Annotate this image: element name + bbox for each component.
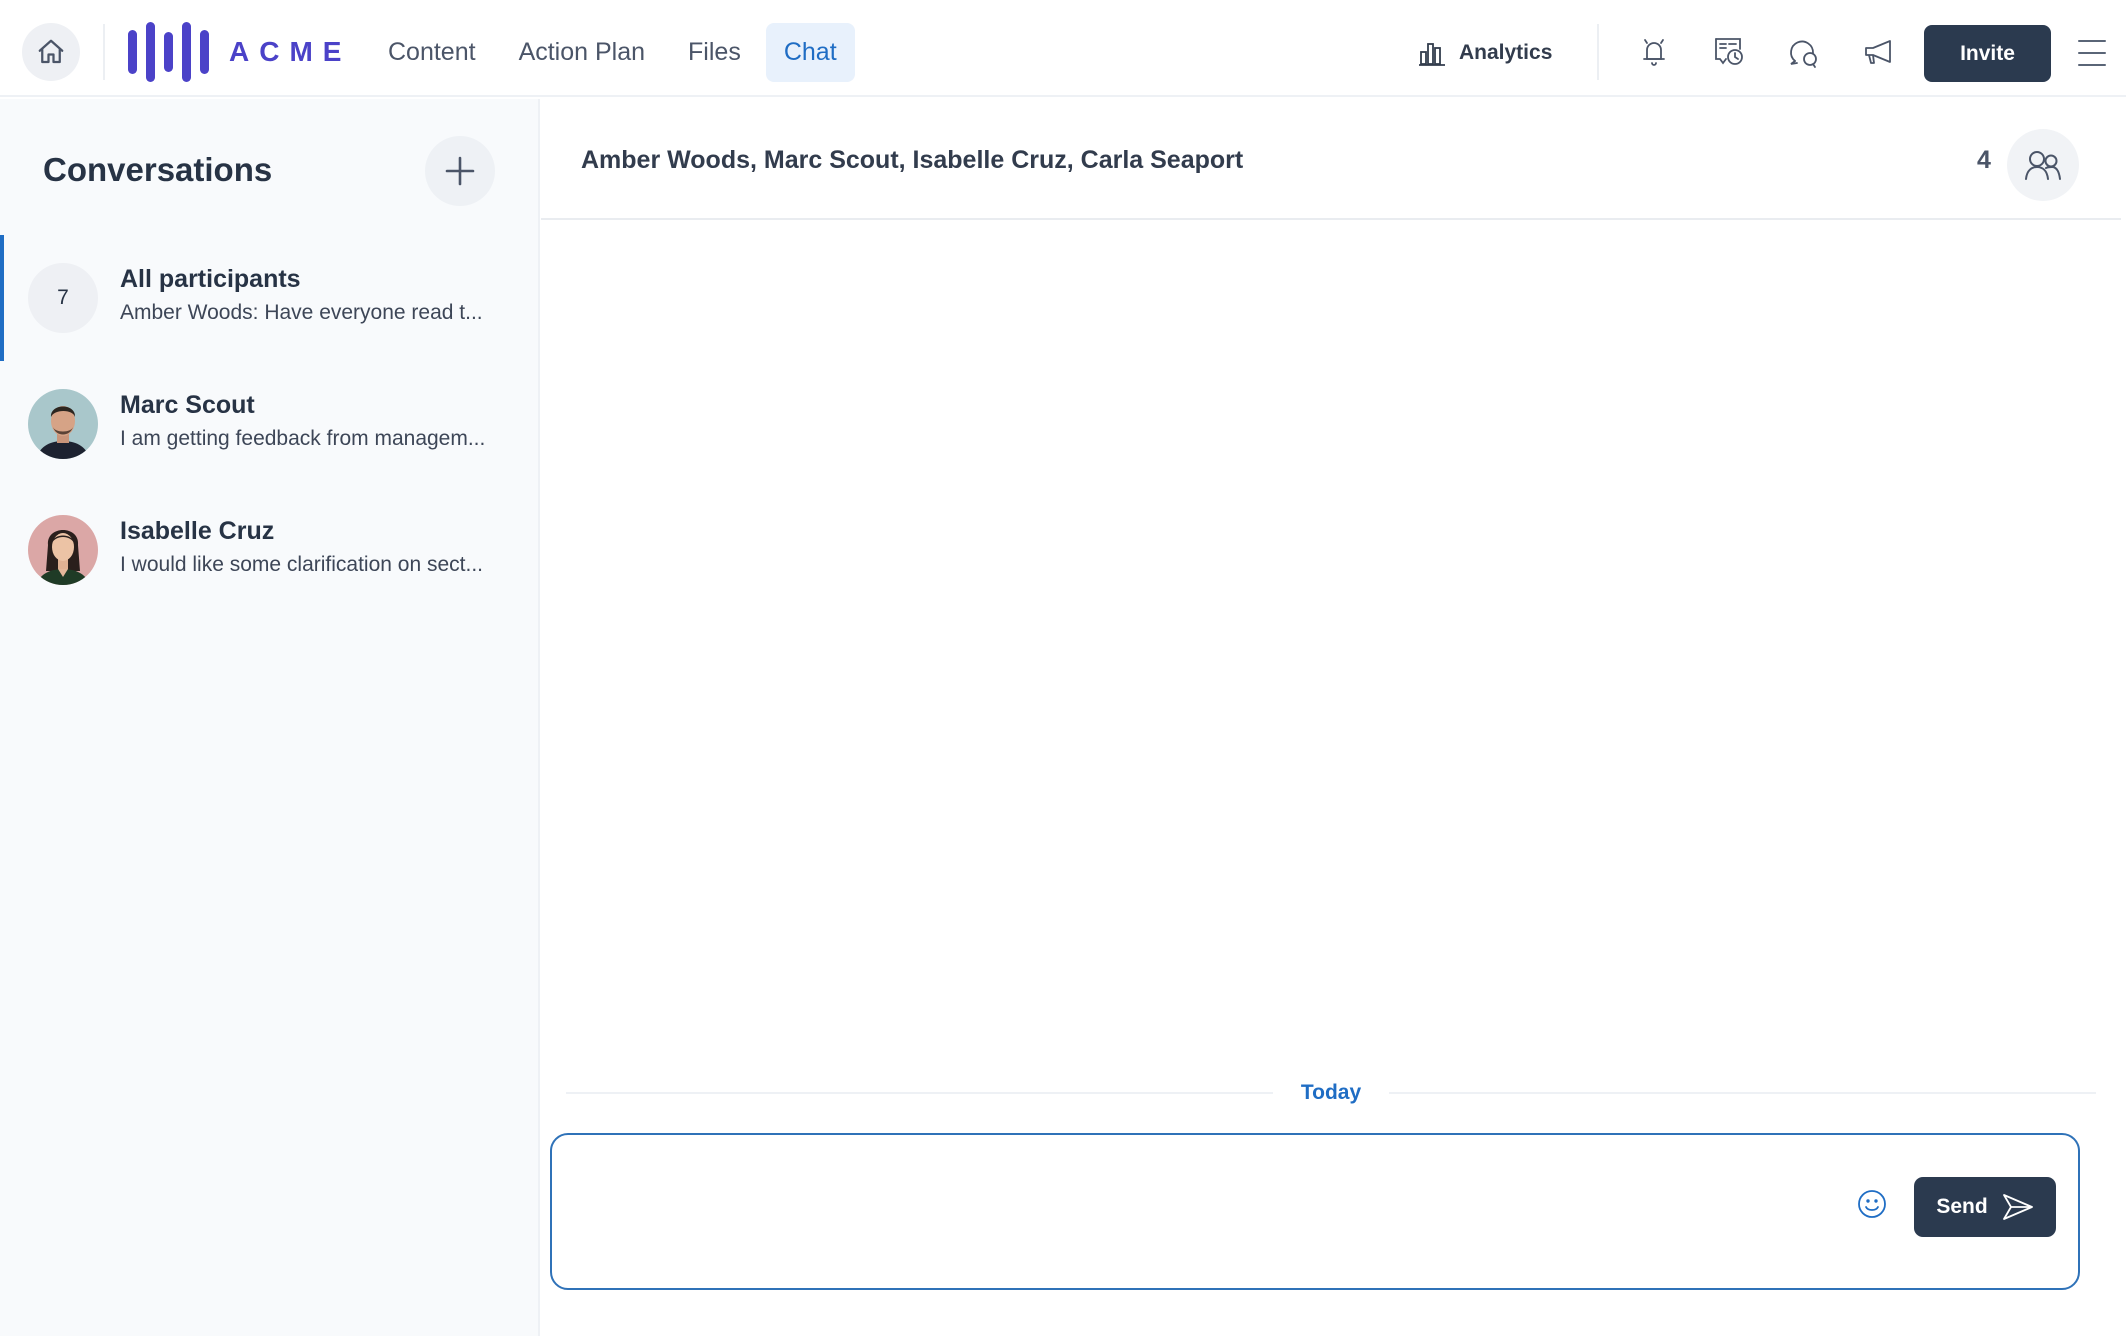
announcements-button[interactable] — [1861, 34, 1897, 70]
nav-files[interactable]: Files — [670, 23, 759, 82]
acme-logo[interactable]: ACME — [128, 22, 351, 82]
nav-content[interactable]: Content — [370, 23, 494, 82]
message-list[interactable] — [541, 222, 2126, 1082]
separator-line — [1389, 1092, 2097, 1094]
chat-title: Amber Woods, Marc Scout, Isabelle Cruz, … — [581, 146, 1244, 174]
home-button[interactable] — [22, 23, 80, 81]
conversation-preview: I would like some clarification on sect.… — [120, 553, 483, 576]
analytics-label: Analytics — [1459, 41, 1553, 64]
megaphone-icon — [1865, 40, 1891, 64]
invite-button[interactable]: Invite — [1924, 25, 2051, 82]
logo-text: ACME — [229, 36, 352, 67]
analytics-button[interactable]: Analytics — [1419, 33, 1552, 73]
main-nav: Content Action Plan Files Chat — [370, 23, 862, 82]
avatar-marc-scout-icon — [28, 389, 98, 459]
logo-mark-icon — [128, 22, 209, 82]
participants-button[interactable] — [2007, 129, 2079, 201]
message-composer: Send — [550, 1133, 2080, 1290]
plus-icon — [445, 156, 475, 186]
divider — [1597, 24, 1599, 80]
conversation-preview: Amber Woods: Have everyone read t... — [120, 301, 483, 324]
day-separator: Today — [566, 1078, 2097, 1108]
participant-count-badge: 7 — [28, 263, 98, 333]
chat-search-button[interactable] — [1786, 34, 1822, 70]
notifications-button[interactable] — [1636, 34, 1672, 70]
send-label: Send — [1936, 1195, 1988, 1218]
conversation-item-marc-scout[interactable]: Marc Scout I am getting feedback from ma… — [0, 361, 538, 487]
top-bar: ACME Content Action Plan Files Chat Anal… — [0, 0, 2126, 97]
nav-chat[interactable]: Chat — [765, 23, 855, 82]
avatar — [28, 389, 98, 459]
schedule-button[interactable] — [1711, 34, 1747, 70]
bar-chart-icon — [1419, 43, 1445, 66]
new-conversation-button[interactable] — [425, 136, 495, 206]
message-input[interactable] — [572, 1153, 1852, 1271]
conversation-preview: I am getting feedback from managem... — [120, 427, 486, 450]
smiley-icon — [1858, 1190, 1886, 1218]
conversation-item-all-participants[interactable]: 7 All participants Amber Woods: Have eve… — [0, 235, 538, 361]
conversation-name: Marc Scout — [120, 391, 255, 419]
hamburger-menu-icon[interactable] — [2078, 40, 2106, 66]
bell-icon — [1643, 39, 1665, 66]
conversation-item-isabelle-cruz[interactable]: Isabelle Cruz I would like some clarific… — [0, 487, 538, 613]
chat-header: Amber Woods, Marc Scout, Isabelle Cruz, … — [541, 99, 2121, 220]
divider — [103, 24, 105, 80]
participant-count: 4 — [1977, 146, 1991, 174]
day-separator-label: Today — [1300, 1081, 1362, 1104]
emoji-button[interactable] — [1855, 1187, 1889, 1221]
avatar-isabelle-cruz-icon — [28, 515, 98, 585]
conversations-sidebar: Conversations 7 All participants Amber W… — [0, 99, 540, 1336]
conversation-name: Isabelle Cruz — [120, 517, 275, 545]
separator-line — [566, 1092, 1273, 1094]
conversation-name: All participants — [120, 265, 301, 293]
paper-plane-icon — [2002, 1194, 2033, 1220]
conversations-title: Conversations — [43, 151, 273, 188]
home-icon — [38, 39, 64, 64]
send-button[interactable]: Send — [1914, 1177, 2056, 1237]
calendar-clock-icon — [1715, 38, 1743, 65]
users-icon — [2025, 151, 2061, 180]
nav-action-plan[interactable]: Action Plan — [501, 23, 663, 82]
avatar — [28, 515, 98, 585]
chat-search-icon — [1790, 40, 1817, 68]
